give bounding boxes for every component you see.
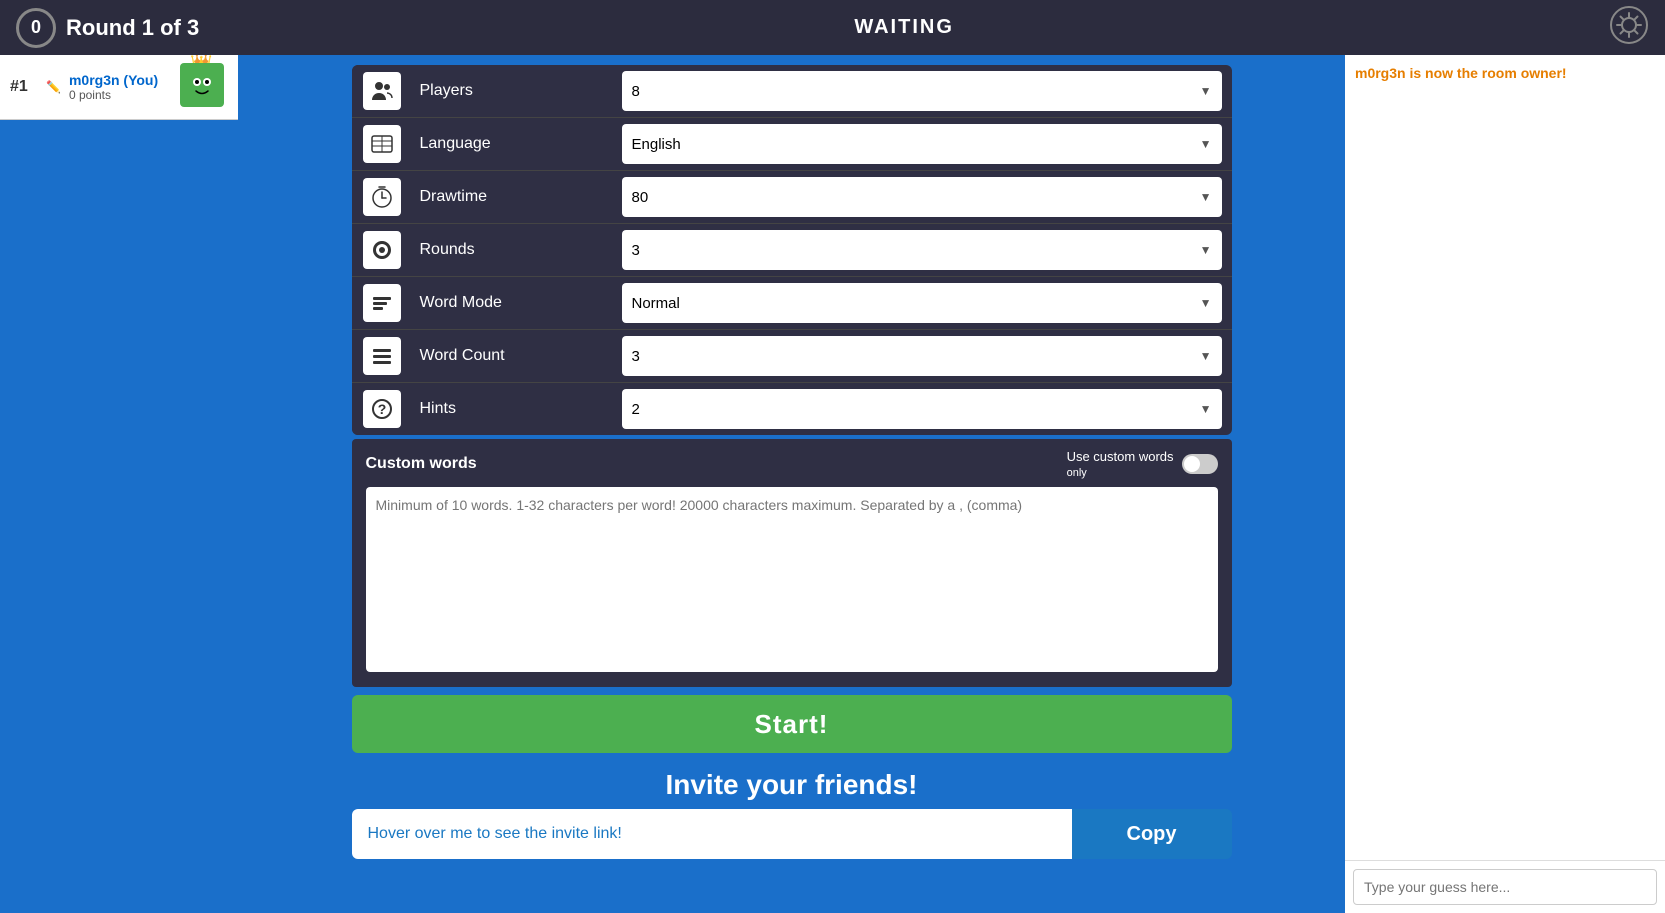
invite-link-text[interactable]: Hover over me to see the invite link! [352,809,1072,859]
custom-words-header: Custom words Use custom words only [366,449,1218,479]
chat-messages: m0rg3n is now the room owner! [1345,55,1665,860]
settings-box: Players 8 2345 67910 121620 [352,65,1232,435]
invite-copy-button[interactable]: Copy [1072,809,1232,859]
setting-row-drawtime: Drawtime 30405060 708090 100120150180 [352,171,1232,224]
setting-row-players: Players 8 2345 67910 121620 [352,65,1232,118]
toggle-knob [1184,456,1200,472]
custom-words-textarea[interactable] [366,487,1218,672]
word-mode-icon [363,284,401,322]
start-button[interactable]: Start! [352,695,1232,753]
round-label: Round 1 of 3 [66,15,199,41]
custom-words-toggle-label: Use custom words only [1067,449,1174,479]
word-count-icon-cell [352,330,412,382]
timer-display: 0 [16,8,56,48]
player-info: m0rg3n (You) 0 points [69,72,172,102]
hints-icon: ? [363,390,401,428]
players-icon-cell [352,65,412,117]
drawtime-label: Drawtime [412,188,612,206]
drawtime-icon-cell [352,171,412,223]
language-icon [363,125,401,163]
word-mode-label: Word Mode [412,294,612,312]
word-count-icon [363,337,401,375]
drawtime-select[interactable]: 30405060 708090 100120150180 [622,177,1222,217]
setting-row-word-mode: Word Mode Normal HiddenCombination [352,277,1232,330]
header: 0 Round 1 of 3 WAITING [0,0,1665,55]
svg-text:?: ? [377,401,386,417]
header-left: 0 Round 1 of 3 [16,8,199,48]
word-mode-select[interactable]: Normal HiddenCombination [622,283,1222,323]
word-mode-icon-cell [352,277,412,329]
invite-link-bar: Hover over me to see the invite link! Co… [352,809,1232,859]
rounds-icon [363,231,401,269]
hints-icon-cell: ? [352,383,412,435]
players-icon [363,72,401,110]
timer-value: 0 [31,17,41,38]
rounds-select[interactable]: 123 4567 8910 [622,230,1222,270]
chat-input[interactable] [1353,869,1657,905]
word-mode-control[interactable]: Normal HiddenCombination [612,277,1232,329]
language-icon-cell [352,118,412,170]
avatar: 👑 [180,63,228,111]
custom-words-toggle[interactable] [1182,454,1218,474]
player-name: m0rg3n (You) [69,72,172,88]
players-control[interactable]: 8 2345 67910 121620 [612,65,1232,117]
player-rank: #1 [10,78,38,96]
chat-input-row [1345,860,1665,913]
word-count-control[interactable]: 123 45 [612,330,1232,382]
custom-words-title: Custom words [366,455,477,473]
setting-row-rounds: Rounds 123 4567 8910 [352,224,1232,277]
hints-select[interactable]: 012 345 [622,389,1222,429]
drawtime-icon [363,178,401,216]
player-points: 0 points [69,88,172,102]
rounds-label: Rounds [412,241,612,259]
setting-row-hints: ? Hints 012 345 [352,383,1232,435]
hints-label: Hints [412,400,612,418]
language-control[interactable]: English DeutschEspañolFrançais [612,118,1232,170]
avatar-body [180,63,224,107]
language-label: Language [412,135,612,153]
pencil-icon: ✏️ [46,80,61,94]
hints-control[interactable]: 012 345 [612,383,1232,435]
chat-panel: m0rg3n is now the room owner! [1345,55,1665,913]
rounds-icon-cell [352,224,412,276]
chat-system-message: m0rg3n is now the room owner! [1355,65,1655,81]
drawtime-control[interactable]: 30405060 708090 100120150180 [612,171,1232,223]
players-select[interactable]: 8 2345 67910 121620 [622,71,1222,111]
custom-words-section: Custom words Use custom words only [352,439,1232,687]
invite-title: Invite your friends! [352,769,1232,801]
word-count-label: Word Count [412,347,612,365]
player-card: #1 ✏️ m0rg3n (You) 0 points 👑 [0,55,238,120]
word-count-select[interactable]: 123 45 [622,336,1222,376]
rounds-control[interactable]: 123 4567 8910 [612,224,1232,276]
setting-row-language: Language English DeutschEspañolFrançais [352,118,1232,171]
player-panel: #1 ✏️ m0rg3n (You) 0 points 👑 [0,55,238,913]
main-panel: Players 8 2345 67910 121620 [238,55,1345,913]
start-btn-container: Start! [352,695,1232,753]
setting-row-word-count: Word Count 123 45 [352,330,1232,383]
status-label: WAITING [854,16,954,39]
settings-gear-icon[interactable] [1609,5,1649,50]
custom-words-toggle-area: Use custom words only [1067,449,1218,479]
language-select[interactable]: English DeutschEspañolFrançais [622,124,1222,164]
invite-section: Invite your friends! Hover over me to se… [352,769,1232,859]
players-label: Players [412,82,612,100]
